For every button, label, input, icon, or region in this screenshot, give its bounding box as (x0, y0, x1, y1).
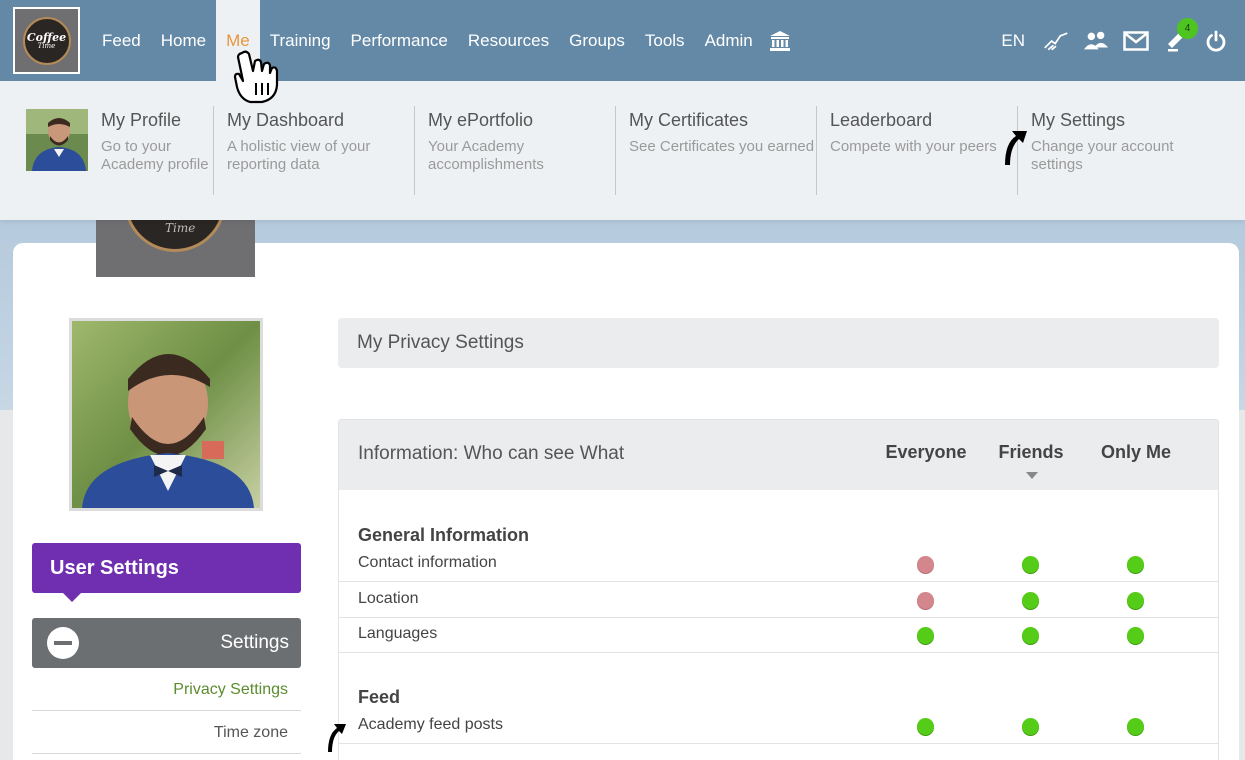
menu-item-leaderboard[interactable]: Leaderboard Compete with your peers (816, 106, 1016, 195)
table-row: Languages (339, 617, 1218, 653)
settings-accordion-label: Settings (220, 632, 289, 653)
curved-arrow-cursor-icon (1005, 131, 1027, 165)
me-dropdown-menu: My Profile Go to your Academy profile My… (0, 81, 1245, 220)
handshake-icon[interactable] (1043, 28, 1069, 54)
menu-item-subtitle: Go to your Academy profile (101, 138, 209, 173)
menu-item-title: My Dashboard (227, 110, 345, 130)
mail-icon[interactable] (1123, 28, 1149, 54)
privacy-dot-everyone[interactable] (917, 627, 934, 644)
menu-item-subtitle: See Certificates you earned (629, 138, 815, 155)
nav-resources[interactable]: Resources (458, 0, 559, 81)
privacy-dot-only-me[interactable] (1127, 556, 1144, 573)
column-friends[interactable]: Friends (976, 442, 1086, 463)
logo-text-line2: Time (37, 41, 56, 50)
page-title: My Privacy Settings (338, 318, 1219, 368)
privacy-dot-everyone[interactable] (917, 592, 934, 609)
table-row: Location (339, 582, 1218, 618)
friends-icon[interactable] (1083, 28, 1109, 54)
row-label: Location (358, 590, 419, 607)
privacy-dot-only-me[interactable] (1127, 592, 1144, 609)
menu-item-my-profile[interactable]: My Profile Go to your Academy profile (101, 106, 211, 195)
menu-item-title: My Certificates (629, 110, 749, 130)
menu-item-my-settings[interactable]: My Settings Change your account settings (1017, 106, 1217, 195)
menu-item-title: My ePortfolio (428, 110, 534, 130)
main-menu: Feed Home Me Training Performance Resour… (92, 0, 793, 81)
sidebar-link-privacy-settings[interactable]: Privacy Settings (32, 668, 301, 711)
menu-item-subtitle: Your Academy accomplishments (428, 138, 544, 173)
top-navigation-bar: Coffee Time Feed Home Me Training Perfor… (0, 0, 1245, 81)
academy-logo[interactable]: Coffee Time (13, 7, 80, 74)
sort-caret-icon (1026, 472, 1038, 479)
nav-groups[interactable]: Groups (559, 0, 635, 81)
menu-item-my-eportfolio[interactable]: My ePortfolio Your Academy accomplishmen… (414, 106, 614, 195)
table-row: Academy feed posts (339, 708, 1218, 744)
hand-cursor-icon (233, 50, 279, 104)
row-label: Contact information (358, 554, 497, 571)
privacy-dot-friends[interactable] (1022, 627, 1039, 644)
menu-item-my-dashboard[interactable]: My Dashboard A holistic view of your rep… (213, 106, 413, 195)
nav-tools[interactable]: Tools (635, 0, 695, 81)
logo-text-line1: Coffee (26, 30, 67, 44)
privacy-dot-friends[interactable] (1022, 556, 1039, 573)
privacy-dot-everyone[interactable] (917, 718, 934, 735)
menu-item-my-certificates[interactable]: My Certificates See Certificates you ear… (615, 106, 815, 195)
coffee-time-logo: Coffee Time (22, 16, 71, 65)
column-only-me[interactable]: Only Me (1081, 442, 1191, 463)
privacy-table-header: Information: Who can see What Everyone F… (339, 420, 1218, 490)
privacy-dot-friends[interactable] (1022, 718, 1039, 735)
nav-performance[interactable]: Performance (341, 0, 458, 81)
privacy-table: Information: Who can see What Everyone F… (338, 419, 1219, 760)
privacy-table-title: Information: Who can see What (358, 443, 625, 464)
table-row: Contact information (339, 546, 1218, 582)
profile-thumbnail[interactable] (26, 109, 88, 171)
column-everyone[interactable]: Everyone (871, 442, 981, 463)
notifications-icon[interactable]: 4 (1163, 17, 1198, 54)
privacy-dot-only-me[interactable] (1127, 627, 1144, 644)
user-toolbar: EN 4 (1001, 0, 1229, 81)
section-title: General Information (358, 525, 530, 545)
banner-logo-text: Time (165, 221, 196, 235)
notification-count-badge: 4 (1177, 17, 1198, 39)
menu-item-title: My Settings (1031, 110, 1126, 130)
curved-arrow-cursor-icon (328, 724, 346, 752)
nav-admin[interactable]: Admin (695, 0, 763, 81)
privacy-dot-only-me[interactable] (1127, 718, 1144, 735)
row-label: Academy feed posts (358, 716, 503, 733)
menu-item-subtitle: Change your account settings (1031, 138, 1174, 173)
menu-item-subtitle: A holistic view of your reporting data (227, 138, 371, 173)
language-selector[interactable]: EN (1001, 31, 1025, 51)
power-icon[interactable] (1203, 28, 1229, 54)
nav-home[interactable]: Home (151, 0, 216, 81)
user-settings-heading: User Settings (32, 543, 301, 602)
nav-feed[interactable]: Feed (92, 0, 151, 81)
privacy-dot-friends[interactable] (1022, 592, 1039, 609)
bank-icon[interactable] (767, 0, 793, 81)
sidebar-link-time-zone[interactable]: Time zone (32, 711, 301, 754)
section-title: Feed (358, 687, 401, 707)
menu-item-subtitle: Compete with your peers (830, 138, 997, 155)
collapse-icon (47, 627, 79, 659)
menu-item-title: Leaderboard (830, 110, 933, 130)
avatar (69, 318, 263, 511)
privacy-dot-everyone[interactable] (917, 556, 934, 573)
row-label: Languages (358, 625, 438, 642)
settings-accordion[interactable]: Settings (32, 618, 301, 668)
menu-item-title: My Profile (101, 110, 182, 130)
banner-logo: Time (96, 220, 255, 277)
